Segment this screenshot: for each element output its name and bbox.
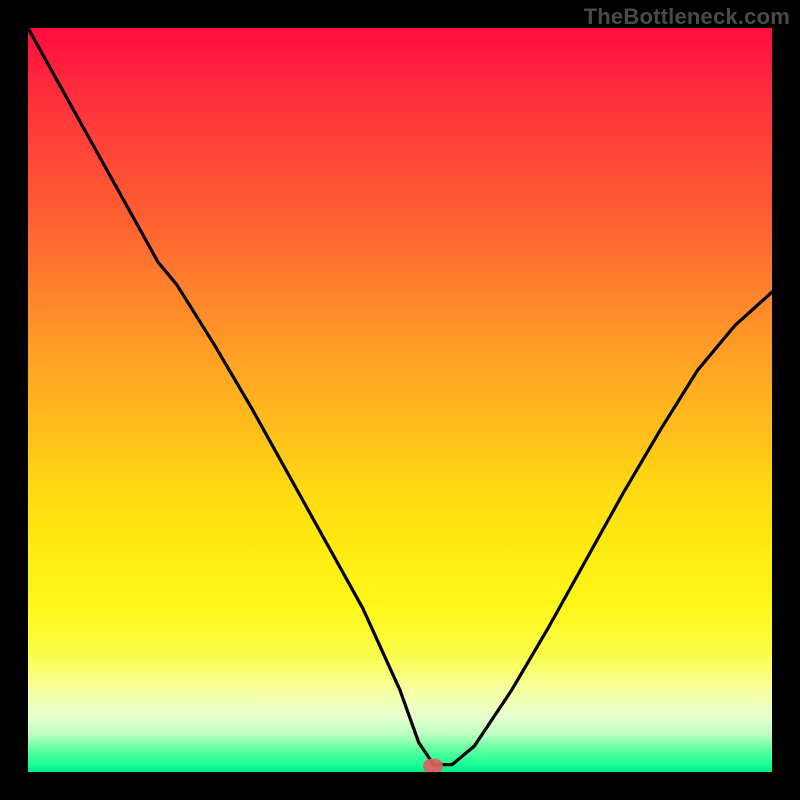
watermark-text: TheBottleneck.com [584,4,790,30]
optimum-marker [423,759,443,772]
chart-frame: TheBottleneck.com [0,0,800,800]
plot-area [28,28,772,772]
bottleneck-curve [28,28,772,772]
curve-path [28,28,772,765]
